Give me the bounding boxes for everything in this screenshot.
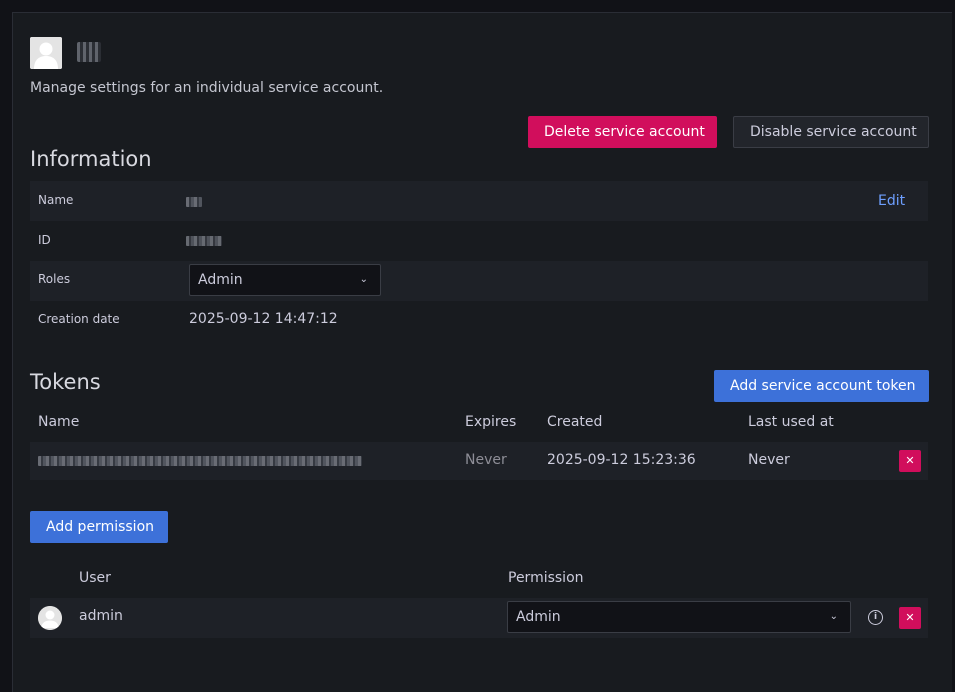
role-select-value: Admin xyxy=(198,272,243,288)
disable-service-account-button[interactable]: Disable service account xyxy=(733,116,929,148)
tokens-col-last-used: Last used at xyxy=(748,414,834,430)
tokens-col-expires: Expires xyxy=(465,414,517,430)
name-value-redacted xyxy=(186,197,202,207)
remove-permission-button[interactable]: ✕ xyxy=(899,607,921,629)
close-icon: ✕ xyxy=(905,454,915,467)
token-row: Never 2025-09-12 15:23:36 Never ✕ xyxy=(30,442,928,480)
permission-row: admin Admin ⌄ i ✕ xyxy=(30,598,928,638)
permissions-col-user: User xyxy=(79,570,111,586)
id-value-redacted xyxy=(186,236,222,246)
avatar xyxy=(38,606,62,630)
chevron-down-icon: ⌄ xyxy=(829,611,838,622)
edit-name-link[interactable]: Edit xyxy=(878,193,905,209)
service-account-page: Manage settings for an individual servic… xyxy=(12,12,952,692)
roles-label: Roles xyxy=(38,272,71,286)
tokens-heading: Tokens xyxy=(30,370,101,394)
token-name-redacted xyxy=(38,456,362,466)
service-account-name-redacted xyxy=(77,42,101,62)
info-row-creation-date: Creation date 2025-09-12 14:47:12 xyxy=(30,301,928,341)
role-select[interactable]: Admin ⌄ xyxy=(189,264,381,296)
permission-select-value: Admin xyxy=(516,609,561,625)
info-row-name: Name Edit xyxy=(30,181,928,221)
information-heading: Information xyxy=(30,147,152,171)
token-last-used: Never xyxy=(748,452,790,468)
token-created: 2025-09-12 15:23:36 xyxy=(547,452,696,468)
info-row-roles: Roles Admin ⌄ xyxy=(30,261,928,301)
tokens-col-name: Name xyxy=(38,414,80,430)
add-permission-button[interactable]: Add permission xyxy=(30,511,168,543)
permission-select[interactable]: Admin ⌄ xyxy=(507,601,851,633)
delete-token-button[interactable]: ✕ xyxy=(899,450,921,472)
permissions-col-permission: Permission xyxy=(508,570,584,586)
permission-user: admin xyxy=(79,608,123,624)
add-service-account-token-button[interactable]: Add service account token xyxy=(714,370,929,402)
info-icon[interactable]: i xyxy=(868,610,883,625)
tokens-col-created: Created xyxy=(547,414,603,430)
close-icon: ✕ xyxy=(905,611,915,624)
page-subtitle: Manage settings for an individual servic… xyxy=(30,80,384,96)
creation-date-label: Creation date xyxy=(38,312,120,326)
user-silhouette-icon xyxy=(30,37,62,69)
chevron-down-icon: ⌄ xyxy=(359,274,368,285)
user-silhouette-icon xyxy=(38,606,62,630)
delete-service-account-button[interactable]: Delete service account xyxy=(528,116,717,148)
service-account-avatar xyxy=(30,37,62,69)
info-row-id: ID xyxy=(30,221,928,261)
id-label: ID xyxy=(38,233,51,247)
token-expires: Never xyxy=(465,452,507,468)
creation-date-value: 2025-09-12 14:47:12 xyxy=(189,311,338,327)
name-label: Name xyxy=(38,193,74,207)
